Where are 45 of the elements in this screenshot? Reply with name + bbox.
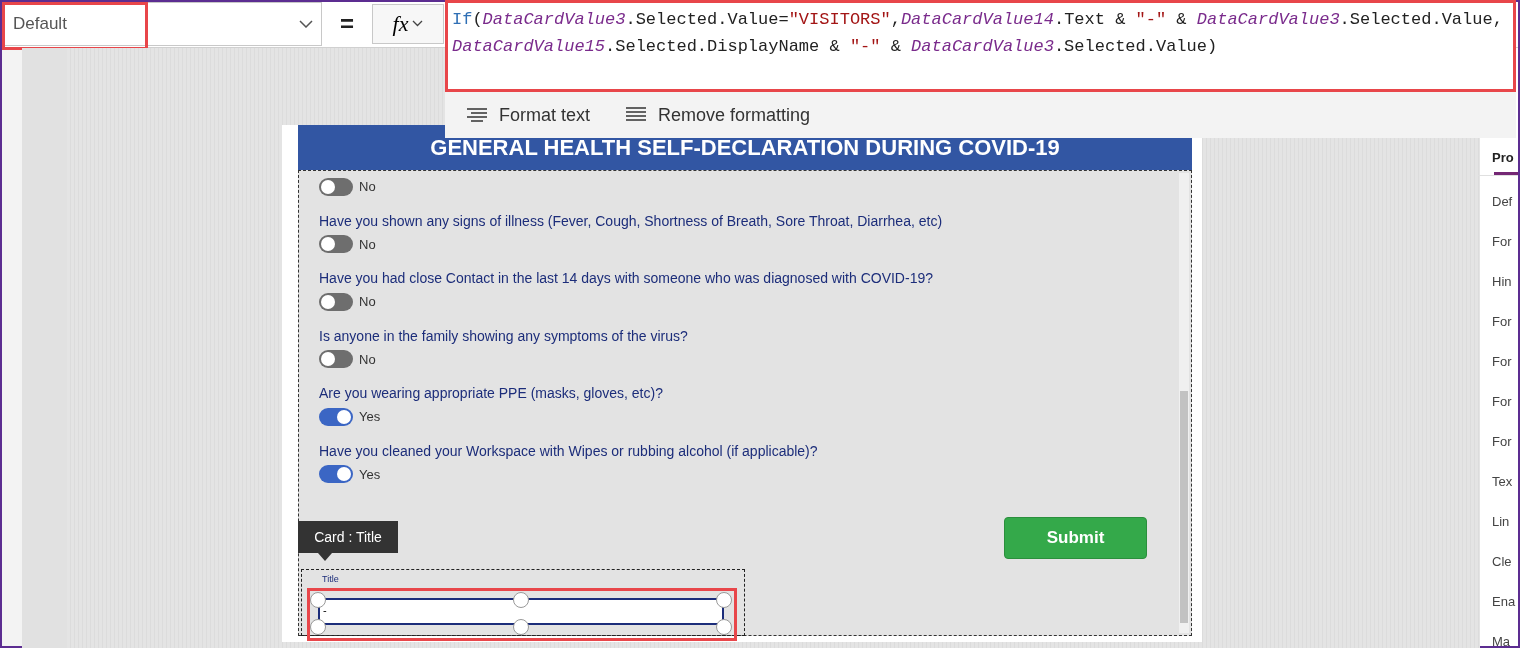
property-name[interactable]: Cle	[1492, 552, 1518, 572]
toggle-switch[interactable]	[319, 177, 353, 196]
property-name[interactable]: For	[1492, 392, 1518, 412]
chevron-down-icon	[299, 19, 313, 28]
properties-tab[interactable]: Pro	[1478, 140, 1518, 176]
toggle-label: No	[359, 350, 376, 369]
toggle-label: Yes	[359, 408, 381, 426]
toggle-label: No	[359, 178, 376, 196]
property-name[interactable]: For	[1492, 432, 1518, 452]
property-name[interactable]: Def	[1492, 192, 1518, 212]
toggle-label: Yes	[359, 465, 381, 484]
toggle-switch[interactable]	[319, 235, 353, 254]
property-name[interactable]: For	[1492, 352, 1518, 372]
chevron-down-icon	[412, 20, 424, 27]
question-text: Is anyone in the family showing any symptoms of the virus?	[319, 326, 689, 346]
property-name[interactable]: Tex	[1492, 472, 1518, 492]
question-text: Have you shown any signs of illness (Fever, Cough, Shortness of Breath, Sore Throat, Diarrhea, etc)	[319, 211, 944, 231]
fx-button[interactable]: fx	[372, 3, 444, 44]
property-name[interactable]: Lin	[1492, 512, 1518, 532]
form-title: GENERAL HEALTH SELF-DECLARATION DURING COVID-19	[430, 134, 1060, 162]
question-text: Are you wearing appropriate PPE (masks, gloves, etc)?	[319, 384, 664, 403]
question-text: Have you cleaned your Workspace with Wipes or rubbing alcohol (if applicable)?	[319, 441, 819, 461]
toggle-switch[interactable]	[319, 407, 353, 426]
format-text-button[interactable]: Format text	[467, 101, 591, 129]
field-label: Title	[322, 573, 339, 585]
property-name[interactable]: For	[1492, 312, 1518, 332]
equals-sign: =	[340, 8, 354, 39]
toggle-label: No	[359, 293, 376, 311]
scrollbar[interactable]	[1179, 173, 1189, 633]
formula-editor[interactable]: If(DataCardValue3.Selected.Value="VISITORS",DataCardValue14.Text & "-" & DataCardValue3.Selected.Value, DataCardValue15.Selected.DisplayName & "-" & DataCardValue3.Selected.Value)	[445, 0, 1516, 92]
property-name[interactable]: Ma	[1492, 632, 1518, 648]
toggle-switch[interactable]	[319, 350, 353, 369]
toggle-label: No	[359, 235, 376, 254]
toggle-switch[interactable]	[319, 292, 353, 311]
tooltip-pointer-icon	[318, 553, 332, 561]
remove-formatting-icon	[626, 107, 647, 123]
question-text: Have you had close Contact in the last 14 days with someone who was diagnosed with COVID-19?	[319, 269, 934, 288]
toggle-switch[interactable]	[319, 465, 353, 484]
remove-formatting-button[interactable]: Remove formatting	[626, 101, 811, 129]
property-name[interactable]: For	[1492, 232, 1518, 252]
title-input[interactable]: -	[318, 598, 724, 625]
property-name[interactable]: Hin	[1492, 272, 1518, 292]
format-text-icon	[467, 108, 487, 122]
tooltip: Card : Title	[298, 521, 398, 553]
property-name[interactable]: Ena	[1492, 592, 1518, 612]
